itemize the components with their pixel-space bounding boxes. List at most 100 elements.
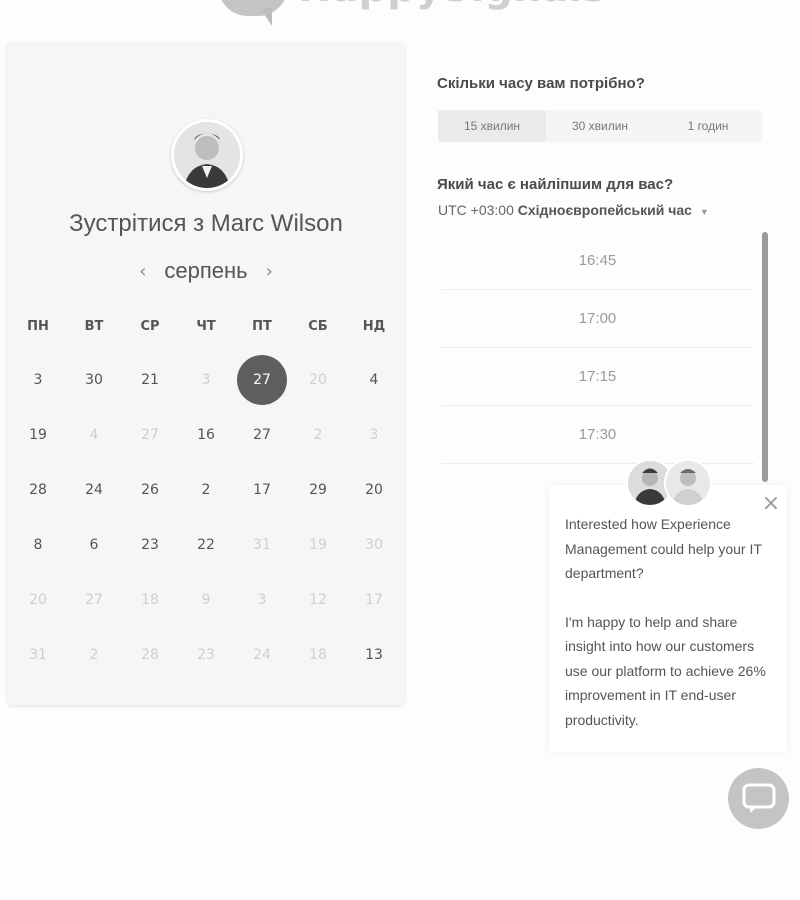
- chat-launcher-button[interactable]: [728, 768, 789, 829]
- time-slot[interactable]: 16:45: [441, 232, 754, 290]
- calendar-day[interactable]: 30: [66, 354, 122, 406]
- calendar-day-number: 19: [29, 427, 47, 443]
- calendar-day: 20: [10, 574, 66, 626]
- meeting-title: Зустрітися з Marc Wilson: [69, 210, 343, 237]
- calendar-day-number: 20: [365, 482, 383, 498]
- calendar-day-number: 19: [309, 537, 327, 553]
- duration-option[interactable]: 15 хвилин: [438, 110, 546, 142]
- calendar-day-selected[interactable]: 27: [234, 354, 290, 406]
- chevron-right-icon[interactable]: ›: [266, 261, 273, 282]
- calendar-day: 2: [290, 409, 346, 461]
- calendar-day: 31: [10, 629, 66, 681]
- chat-message-paragraph: Interested how Experience Management cou…: [565, 516, 762, 581]
- weekday-label: ВТ: [84, 319, 104, 334]
- time-slot[interactable]: 17:30: [441, 406, 754, 464]
- logo-mark-icon: [218, 0, 288, 26]
- calendar-day[interactable]: 21: [122, 354, 178, 406]
- calendar-day-number: 2: [201, 482, 211, 498]
- calendar-day[interactable]: 29: [290, 464, 346, 516]
- calendar-day: 3: [346, 409, 402, 461]
- calendar-day-number: 28: [29, 482, 47, 498]
- calendar-day-number: 13: [365, 647, 383, 663]
- calendar-day[interactable]: 13: [346, 629, 402, 681]
- timezone-selector[interactable]: UTC +03:00 Східноєвропейський час ▼: [438, 202, 709, 218]
- calendar-day-number: 2: [313, 427, 323, 443]
- calendar-day-number: 20: [29, 592, 47, 608]
- calendar-day-number: 30: [365, 537, 383, 553]
- calendar-day[interactable]: 23: [122, 519, 178, 571]
- calendar-day-number: 12: [309, 592, 327, 608]
- timezone-offset: UTC +03:00: [438, 202, 514, 218]
- calendar-day-number: 18: [141, 592, 159, 608]
- calendar-day[interactable]: 4: [346, 354, 402, 406]
- calendar-day: 3: [234, 574, 290, 626]
- weekday-label: НД: [362, 319, 386, 334]
- calendar-day: 3: [178, 354, 234, 406]
- close-icon[interactable]: ×: [760, 491, 782, 516]
- calendar-day-number: 16: [197, 427, 215, 443]
- calendar-day[interactable]: 2: [178, 464, 234, 516]
- calendar-day-number: 20: [309, 372, 327, 388]
- chevron-left-icon[interactable]: ‹: [139, 261, 146, 282]
- calendar-day-number: 2: [89, 647, 99, 663]
- calendar-day-number: 31: [29, 647, 47, 663]
- month-label: серпень: [164, 258, 248, 283]
- calendar-day-number: 3: [201, 372, 211, 388]
- caret-down-icon: ▼: [699, 207, 709, 217]
- calendar-day-number: 23: [141, 537, 159, 553]
- time-question: Який час є найліпшим для вас?: [437, 176, 674, 193]
- calendar-day-number: 17: [365, 592, 383, 608]
- weekday-label: ЧТ: [196, 319, 216, 334]
- calendar-day-number: 22: [197, 537, 215, 553]
- calendar-day[interactable]: 16: [178, 409, 234, 461]
- calendar-day: 30: [346, 519, 402, 571]
- calendar-day-number: 29: [309, 482, 327, 498]
- calendar-day: 31: [234, 519, 290, 571]
- calendar-day[interactable]: 3: [10, 354, 66, 406]
- calendar-day: 20: [290, 354, 346, 406]
- host-avatar: [171, 119, 243, 191]
- calendar-day[interactable]: 27: [234, 409, 290, 461]
- calendar-day: 23: [178, 629, 234, 681]
- time-slot[interactable]: 17:00: [441, 290, 754, 348]
- calendar-day[interactable]: 26: [122, 464, 178, 516]
- chat-agent-avatar: [664, 459, 712, 507]
- chat-agent-avatars: [626, 459, 712, 509]
- calendar-day: 19: [290, 519, 346, 571]
- calendar-week-row: 20 27 18 9 3 12 17: [10, 574, 402, 626]
- calendar-day[interactable]: 28: [10, 464, 66, 516]
- calendar-day-number: 27: [237, 355, 287, 405]
- calendar-day-number: 23: [197, 647, 215, 663]
- time-slot[interactable]: 17:15: [441, 348, 754, 406]
- happysignals-logo: HappySignals: [218, 0, 606, 26]
- calendar-day[interactable]: 20: [346, 464, 402, 516]
- calendar-day-number: 8: [33, 537, 43, 553]
- duration-option[interactable]: 30 хвилин: [546, 110, 654, 142]
- calendar-day[interactable]: 24: [66, 464, 122, 516]
- time-slot-list: 16:45 17:00 17:15 17:30: [441, 232, 754, 464]
- calendar-day: 18: [290, 629, 346, 681]
- calendar-day[interactable]: 19: [10, 409, 66, 461]
- calendar-day-number: 27: [85, 592, 103, 608]
- weekday-label: ПТ: [252, 319, 272, 334]
- calendar-day-number: 27: [141, 427, 159, 443]
- calendar-day-number: 3: [257, 592, 267, 608]
- calendar-day: 2: [66, 629, 122, 681]
- calendar-day-number: 3: [33, 372, 43, 388]
- calendar-day-number: 24: [253, 647, 271, 663]
- calendar-day: 24: [234, 629, 290, 681]
- calendar-day: 18: [122, 574, 178, 626]
- calendar-day: 4: [66, 409, 122, 461]
- slot-list-scrollbar[interactable]: [762, 232, 768, 482]
- calendar-week-row: 3 30 21 3 27 20 4: [10, 354, 402, 406]
- calendar-day[interactable]: 22: [178, 519, 234, 571]
- calendar-day-number: 4: [89, 427, 99, 443]
- calendar-day-number: 21: [141, 372, 159, 388]
- month-navigator: ‹ серпень ›: [8, 258, 404, 284]
- weekday-header: ПН ВТ СР ЧТ ПТ СБ НД: [10, 319, 402, 334]
- calendar-day[interactable]: 6: [66, 519, 122, 571]
- duration-selector: 15 хвилин 30 хвилин 1 годин: [438, 110, 762, 142]
- duration-option[interactable]: 1 годин: [654, 110, 762, 142]
- calendar-day[interactable]: 17: [234, 464, 290, 516]
- calendar-day[interactable]: 8: [10, 519, 66, 571]
